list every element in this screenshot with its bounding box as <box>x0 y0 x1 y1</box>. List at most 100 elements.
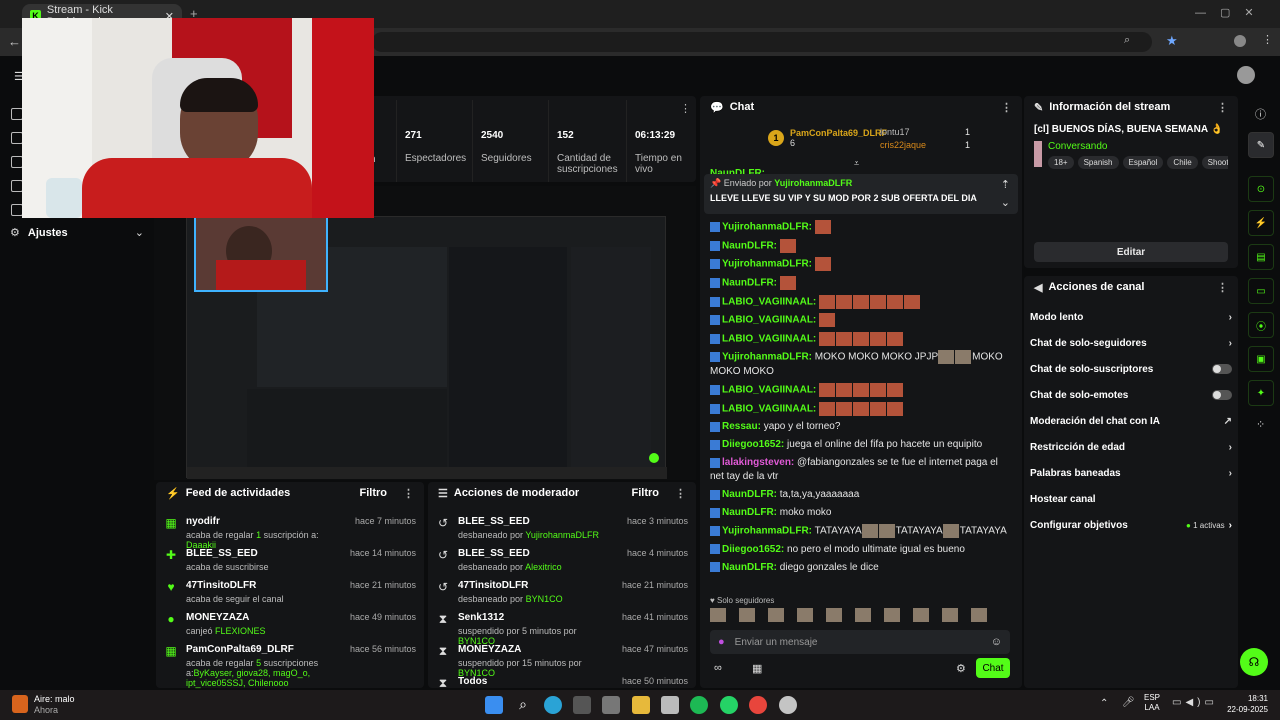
store-app-icon[interactable] <box>573 696 591 714</box>
profile-avatar[interactable] <box>1234 35 1246 47</box>
mod-action-user[interactable]: Senk1312 <box>458 612 614 623</box>
spotify-icon[interactable] <box>690 696 708 714</box>
monitor-icon[interactable]: ▣ <box>1248 346 1274 372</box>
chat-username[interactable]: NaunDLFR: <box>722 240 777 251</box>
stream-tag[interactable]: 18+ <box>1048 156 1074 169</box>
toggle-switch[interactable] <box>1212 390 1232 400</box>
feed-item-user[interactable]: PamConPalta69_DLRF <box>186 644 342 655</box>
language-indicator[interactable]: ESP LAA <box>1144 693 1160 713</box>
emoji-icon[interactable]: ☺ <box>991 636 1002 648</box>
chrome-icon[interactable] <box>749 696 767 714</box>
chat-settings-icon[interactable]: ⚙ <box>956 662 966 675</box>
channel-action-item[interactable]: Palabras baneadas › <box>1024 460 1238 486</box>
chat-menu-icon[interactable]: ⋮ <box>1001 101 1012 114</box>
mod-action-item[interactable]: ⧗ Senk1312 suspendido por 5 minutos por BY… <box>428 608 696 646</box>
channel-action-item[interactable]: Configurar objetivos ● 1 activas › <box>1024 512 1238 538</box>
obs-icon[interactable] <box>602 696 620 714</box>
chat-message[interactable]: Diiegoo1652: juega el online del fifa po… <box>700 436 1020 454</box>
chat-message[interactable]: LABIO_VAGIINAAL: <box>700 330 1020 349</box>
whatsapp-icon[interactable] <box>720 696 738 714</box>
chat-message[interactable]: Ressau: yapo y el torneo? <box>700 418 1020 436</box>
chat-username[interactable]: Diiegoo1652: <box>722 544 784 555</box>
mic-tray-icon[interactable]: 🎤︎ <box>1122 697 1135 708</box>
store-icon[interactable]: ▦ <box>752 662 762 675</box>
address-input[interactable] <box>372 32 1152 52</box>
unpin-icon[interactable]: ⇡ <box>1001 178 1010 191</box>
chat-username[interactable]: Diiegoo1652: <box>722 439 784 450</box>
stream-tag[interactable]: Spanish <box>1077 156 1119 169</box>
back-icon[interactable]: ← <box>8 34 21 49</box>
capture-icon[interactable]: ⊙ <box>1248 176 1274 202</box>
chat-message[interactable]: YujirohanmaDLFR: TATAYAYA TATAYAYA TATAYAY… <box>700 522 1020 541</box>
chat-username[interactable]: LABIO_VAGIINAAL: <box>722 385 816 396</box>
toggle-switch[interactable] <box>1212 364 1232 374</box>
edit-stream-button[interactable]: Editar <box>1034 242 1228 262</box>
wrench-icon[interactable]: ✦ <box>1248 380 1274 406</box>
settings-nav[interactable]: ⚙ Ajustes ⌄ <box>10 226 144 240</box>
stream-tag[interactable]: Chile <box>1167 156 1198 169</box>
chat-username[interactable]: lalakingsteven: <box>722 457 794 468</box>
file-explorer-icon[interactable] <box>632 696 650 714</box>
chat-username[interactable]: NaunDLFR: <box>722 489 777 500</box>
emote-slot[interactable] <box>739 608 755 622</box>
emote-slot[interactable] <box>884 608 900 622</box>
stream-tag[interactable]: Shoote <box>1201 156 1228 169</box>
chat-message[interactable]: lalakingsteven: @fabiangonzales se te fu… <box>700 454 1020 486</box>
emote-slot[interactable] <box>855 608 871 622</box>
chat-message[interactable]: NaunDLFR: moko moko <box>700 504 1020 522</box>
chat-message[interactable]: LABIO_VAGIINAAL: <box>700 381 1020 400</box>
tray-chevron-icon[interactable]: ⌃ <box>1100 698 1108 709</box>
search-icon[interactable]: ⌕ <box>514 696 532 714</box>
activity-filter-button[interactable]: Filtro <box>360 487 388 499</box>
channel-action-item[interactable]: Moderación del chat con IA ↗ <box>1024 408 1238 434</box>
broadcast-icon[interactable]: ⦿ <box>1248 312 1274 338</box>
browser-menu-icon[interactable]: ⋮ <box>1262 33 1273 46</box>
channel-action-item[interactable]: Restricción de edad › <box>1024 434 1238 460</box>
chat-username[interactable]: Ressau: <box>722 421 761 432</box>
chat-message[interactable]: LABIO_VAGIINAAL: <box>700 311 1020 330</box>
mod-action-user[interactable]: Todos <box>458 676 614 687</box>
chat-message[interactable]: YujirohanmaDLFR: MOKO MOKO MOKO JPJP MOKO… <box>700 348 1020 381</box>
chat-message[interactable]: NaunDLFR: diego gonzales le dice <box>700 559 1020 577</box>
mod-menu-icon[interactable]: ⋮ <box>675 487 686 500</box>
mod-action-user[interactable]: MONEYZAZA <box>458 644 614 655</box>
stream-tag[interactable]: Español <box>1122 156 1164 169</box>
emote-slot[interactable] <box>826 608 842 622</box>
mod-action-item[interactable]: ↺ BLEE_SS_EED desbaneado por YujirohanmaDL… <box>428 512 696 544</box>
mod-action-item[interactable]: ↺ BLEE_SS_EED desbaneado por Alexitrico hac… <box>428 544 696 576</box>
system-tray-icons[interactable]: ▭◀)▭ <box>1172 697 1218 708</box>
channel-action-item[interactable]: Chat de solo-emotes <box>1024 382 1238 408</box>
chat-message[interactable]: LABIO_VAGIINAAL: <box>700 400 1020 419</box>
stream-info-menu-icon[interactable]: ⋮ <box>1217 101 1228 114</box>
active-app-icon[interactable] <box>779 696 797 714</box>
feed-item-user[interactable]: MONEYZAZA <box>186 612 342 623</box>
mod-action-user[interactable]: BLEE_SS_EED <box>458 548 619 559</box>
edge-icon[interactable] <box>544 696 562 714</box>
snipping-tool-icon[interactable] <box>661 696 679 714</box>
emote-slot[interactable] <box>913 608 929 622</box>
emote-slot[interactable] <box>797 608 813 622</box>
emote-slot[interactable] <box>942 608 958 622</box>
mod-action-item[interactable]: ⧗ MONEYZAZA suspendido por 15 minutos por … <box>428 640 696 678</box>
feed-item[interactable]: ✚ BLEE_SS_EED acaba de suscribirse hace 14 … <box>156 544 424 576</box>
mod-filter-button[interactable]: Filtro <box>632 487 660 499</box>
chat-username[interactable]: YujirohanmaDLFR: <box>722 259 812 270</box>
chat-username[interactable]: LABIO_VAGIINAAL: <box>722 333 816 344</box>
user-avatar[interactable] <box>1237 66 1255 84</box>
chat-message[interactable]: YujirohanmaDLFR: <box>700 255 1020 274</box>
emote-slot[interactable] <box>971 608 987 622</box>
feed-item-user[interactable]: BLEE_SS_EED <box>186 548 342 559</box>
chat-input[interactable]: ● Enviar un mensaje ☺ <box>710 630 1010 654</box>
windows-start-icon[interactable] <box>485 696 503 714</box>
channel-action-item[interactable]: Hostear canal <box>1024 486 1238 512</box>
chat-username[interactable]: NaunDLFR: <box>722 507 777 518</box>
window-controls[interactable]: —▢✕ <box>1195 6 1268 19</box>
category-name[interactable]: Conversando <box>1048 141 1228 152</box>
chat-message[interactable]: NaunDLFR: <box>700 237 1020 256</box>
feed-item-user[interactable]: nyodifr <box>186 516 347 527</box>
emote-slot[interactable] <box>710 608 726 622</box>
chat-username[interactable]: NaunDLFR: <box>722 278 777 289</box>
emote-picker-icon[interactable]: ∞ <box>714 662 722 674</box>
chat-message[interactable]: LABIO_VAGIINAAL: <box>700 293 1020 312</box>
chat-message[interactable]: NaunDLFR: ta,ta,ya,yaaaaaaa <box>700 486 1020 504</box>
